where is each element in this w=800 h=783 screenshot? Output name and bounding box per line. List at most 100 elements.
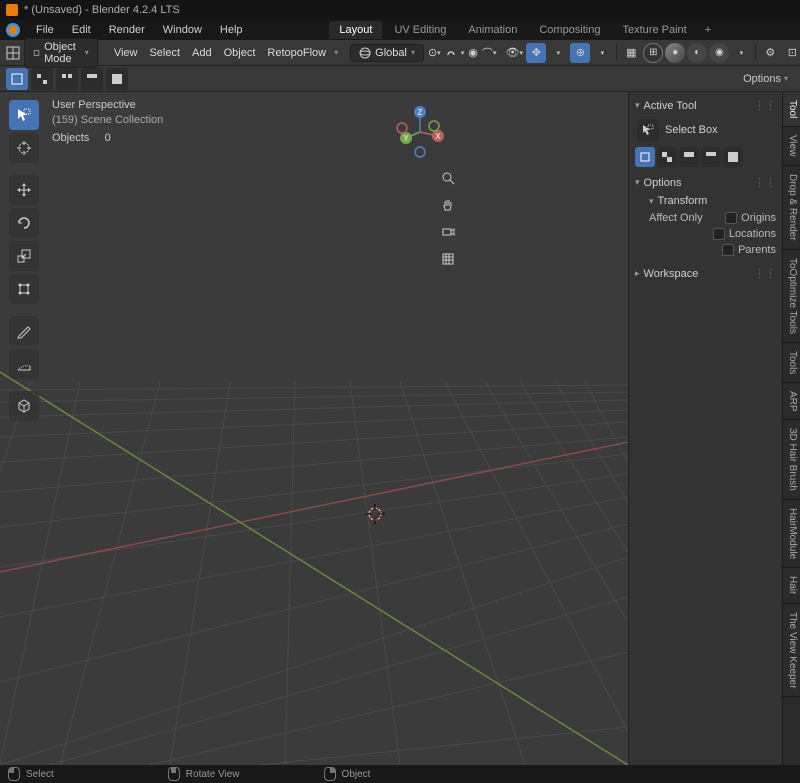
- top-menu-bar: File Edit Render Window Help Layout UV E…: [0, 20, 800, 40]
- viewport-header: Object Mode ▾ View Select Add Object Ret…: [0, 40, 800, 66]
- axis-gizmo[interactable]: X Y Z: [390, 102, 450, 162]
- globe-icon: [359, 47, 371, 59]
- workspace-tab-layout[interactable]: Layout: [329, 21, 382, 39]
- editor-type-icon[interactable]: [6, 43, 20, 63]
- blender-app-icon: [6, 4, 18, 16]
- vtab-3dhairbrush[interactable]: 3D Hair Brush: [783, 420, 800, 500]
- menu-window[interactable]: Window: [155, 22, 210, 38]
- checkbox-locations[interactable]: [713, 228, 725, 240]
- 3d-cursor: [365, 504, 385, 524]
- proportional-toggle[interactable]: ◉: [468, 43, 478, 63]
- xray-toggle[interactable]: ▦: [621, 43, 641, 63]
- mode-dropdown[interactable]: Object Mode ▾: [24, 38, 98, 68]
- vtab-tools[interactable]: Tools: [783, 343, 800, 383]
- vtab-view[interactable]: View: [783, 127, 800, 166]
- tool-scale[interactable]: [9, 241, 39, 271]
- gizmo-dropdown[interactable]: ▾: [548, 43, 568, 63]
- menu-file[interactable]: File: [28, 22, 62, 38]
- select-mode-5[interactable]: [106, 68, 128, 90]
- shading-dropdown[interactable]: ▾: [731, 43, 751, 63]
- header-menu-select[interactable]: Select: [145, 47, 184, 59]
- tool-rotate[interactable]: [9, 208, 39, 238]
- selmode-intersect[interactable]: [723, 147, 743, 167]
- overlay-dropdown[interactable]: ▾: [592, 43, 612, 63]
- overlay-toggle[interactable]: ⊕: [570, 43, 590, 63]
- select-mode-4[interactable]: [81, 68, 103, 90]
- visibility-dropdown[interactable]: 👁▾: [504, 43, 524, 63]
- vtab-arp[interactable]: ARP: [783, 383, 800, 421]
- gizmo-toggle[interactable]: ✥: [526, 43, 546, 63]
- vtab-tooptimize[interactable]: ToOptimize Tools: [783, 250, 800, 343]
- tool-cursor[interactable]: [9, 133, 39, 163]
- shading-rendered[interactable]: ◉: [709, 43, 729, 63]
- active-tool-icon: [637, 119, 659, 141]
- pivot-dropdown[interactable]: ⊙▾: [428, 43, 441, 63]
- pan-button[interactable]: [436, 193, 460, 217]
- header-more-icon[interactable]: ⊡: [782, 43, 800, 63]
- section-options[interactable]: ▾ Options ⋮⋮: [635, 173, 776, 192]
- svg-text:X: X: [435, 132, 441, 141]
- workspace-tab-uv[interactable]: UV Editing: [384, 21, 456, 39]
- proportional-dropdown[interactable]: ⌒▾: [482, 43, 497, 63]
- vtab-viewkeeper[interactable]: The View Keeper: [783, 604, 800, 698]
- tool-annotate[interactable]: [9, 316, 39, 346]
- section-workspace[interactable]: ▸ Workspace ⋮⋮: [635, 264, 776, 283]
- selmode-extend[interactable]: [657, 147, 677, 167]
- header-menu-retopoflow[interactable]: RetopoFlow: [263, 47, 330, 59]
- workspace-tab-animation[interactable]: Animation: [458, 21, 527, 39]
- header-menu-object[interactable]: Object: [220, 47, 260, 59]
- select-mode-2[interactable]: [31, 68, 53, 90]
- tool-add-cube[interactable]: [9, 391, 39, 421]
- tool-measure[interactable]: [9, 349, 39, 379]
- titlebar: * (Unsaved) - Blender 4.2.4 LTS: [0, 0, 800, 20]
- header-menu-add[interactable]: Add: [188, 47, 216, 59]
- selmode-subtract[interactable]: [679, 147, 699, 167]
- cube-icon: [33, 47, 40, 59]
- menu-help[interactable]: Help: [212, 22, 251, 38]
- options-dropdown[interactable]: Options▾: [737, 71, 794, 87]
- tool-select-box[interactable]: [9, 100, 39, 130]
- shading-solid[interactable]: ●: [665, 43, 685, 63]
- header-gear-icon[interactable]: ⚙: [760, 43, 780, 63]
- vtab-hair[interactable]: Hair: [783, 568, 800, 603]
- select-mode-1[interactable]: [6, 68, 28, 90]
- workspace-tab-compositing[interactable]: Compositing: [529, 21, 610, 39]
- shading-material[interactable]: ◐: [687, 43, 707, 63]
- tool-transform[interactable]: [9, 274, 39, 304]
- n-panel: ▾ Active Tool ⋮⋮ Select Box ▾ Options ⋮⋮…: [628, 92, 782, 765]
- shading-wireframe[interactable]: ⊞: [643, 43, 663, 63]
- chevron-down-icon: ▾: [635, 100, 640, 111]
- viewport-stats: Objects 0: [52, 132, 111, 144]
- menu-edit[interactable]: Edit: [64, 22, 99, 38]
- checkbox-parents[interactable]: [722, 244, 734, 256]
- vtab-drop-render[interactable]: Drop & Render: [783, 166, 800, 250]
- perspective-toggle-button[interactable]: [436, 247, 460, 271]
- select-mode-3[interactable]: [56, 68, 78, 90]
- vtab-hairmodule[interactable]: HairModule: [783, 500, 800, 568]
- camera-view-button[interactable]: [436, 220, 460, 244]
- drag-dots-icon[interactable]: ⋮⋮: [754, 176, 776, 189]
- vtab-tool[interactable]: Tool: [783, 92, 800, 127]
- zoom-button[interactable]: [436, 166, 460, 190]
- right-vertical-tabs: Tool View Drop & Render ToOptimize Tools…: [782, 92, 800, 765]
- snap-toggle[interactable]: [445, 43, 457, 63]
- section-transform[interactable]: ▾ Transform: [649, 192, 776, 210]
- blender-logo-icon[interactable]: [6, 23, 20, 37]
- snap-dropdown[interactable]: ▾: [461, 43, 465, 63]
- add-workspace-button[interactable]: +: [699, 22, 717, 38]
- workspace-tab-texturepaint[interactable]: Texture Paint: [612, 21, 696, 39]
- main-area: User Perspective (159) Scene Collection …: [0, 92, 800, 765]
- chevron-right-icon: ▸: [635, 268, 640, 279]
- menu-render[interactable]: Render: [101, 22, 153, 38]
- header-menu-view[interactable]: View: [110, 47, 142, 59]
- section-active-tool[interactable]: ▾ Active Tool ⋮⋮: [635, 96, 776, 115]
- 3d-viewport[interactable]: User Perspective (159) Scene Collection …: [0, 92, 628, 765]
- selmode-new[interactable]: [635, 147, 655, 167]
- selmode-invert[interactable]: [701, 147, 721, 167]
- drag-dots-icon[interactable]: ⋮⋮: [754, 99, 776, 112]
- tool-move[interactable]: [9, 175, 39, 205]
- drag-dots-icon[interactable]: ⋮⋮: [754, 267, 776, 280]
- orientation-dropdown[interactable]: Global ▾: [350, 44, 424, 62]
- checkbox-origins[interactable]: [725, 212, 737, 224]
- chevron-down-icon: ▾: [635, 177, 640, 188]
